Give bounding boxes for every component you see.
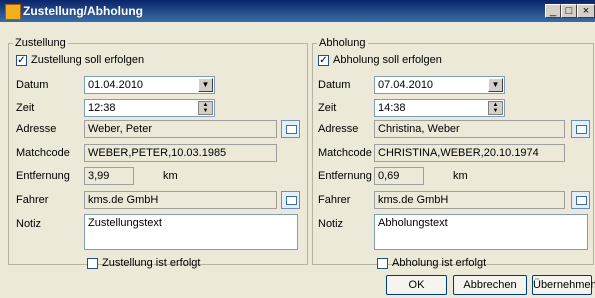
datum-dropdown[interactable]: 07.04.2010 ▼: [374, 76, 505, 94]
zeit-value: 14:38: [378, 102, 406, 114]
datum-dropdown[interactable]: 01.04.2010 ▼: [84, 76, 215, 94]
maximize-button[interactable]: □: [561, 4, 577, 18]
datum-label: Datum: [16, 79, 49, 91]
entfernung-label: Entfernung: [318, 170, 372, 182]
zustellung-active-checkbox[interactable]: ✓: [16, 55, 27, 66]
notiz-label: Notiz: [16, 218, 42, 230]
zustellung-legend: Zustellung: [15, 37, 66, 49]
notiz-textarea[interactable]: Abholungstext: [374, 214, 588, 250]
fahrer-field: kms.de GmbH: [84, 191, 277, 209]
zeit-input[interactable]: 12:38 ▲ ▼: [84, 99, 215, 117]
fahrer-field: kms.de GmbH: [374, 191, 565, 209]
zustellung-done-label: Zustellung ist erfolgt: [102, 257, 201, 269]
entfernung-unit: km: [163, 170, 178, 182]
fahrer-label: Fahrer: [16, 194, 49, 206]
adresse-field: Christina, Weber: [374, 120, 565, 138]
zustellung-done-checkbox[interactable]: [87, 258, 98, 269]
window-title: Zustellung/Abholung: [23, 4, 143, 18]
matchcode-label: Matchcode: [318, 147, 372, 159]
zeit-input[interactable]: 14:38 ▲ ▼: [374, 99, 505, 117]
title-bar[interactable]: Zustellung/Abholung _ □ ×: [0, 0, 595, 22]
app-icon: [5, 4, 21, 20]
matchcode-label: Matchcode: [16, 147, 70, 159]
adresse-lookup-icon[interactable]: [571, 120, 590, 138]
adresse-lookup-icon[interactable]: [281, 120, 300, 138]
close-button[interactable]: ×: [577, 4, 595, 18]
adresse-field: Weber, Peter: [84, 120, 277, 138]
abholung-active-checkbox[interactable]: ✓: [318, 55, 329, 66]
entfernung-unit: km: [453, 170, 468, 182]
spin-icon[interactable]: ▲ ▼: [198, 101, 213, 115]
matchcode-field: WEBER,PETER,10.03.1985: [84, 144, 277, 162]
entfernung-field: 0,69: [374, 167, 424, 185]
fahrer-lookup-icon[interactable]: [571, 191, 590, 209]
minimize-button[interactable]: _: [545, 4, 561, 18]
datum-value: 01.04.2010: [88, 79, 144, 91]
fahrer-label: Fahrer: [318, 194, 351, 206]
adresse-label: Adresse: [318, 123, 359, 135]
abholung-done-label: Abholung ist erfolgt: [392, 257, 487, 269]
abholung-active-label: Abholung soll erfolgen: [333, 54, 442, 66]
abholung-legend: Abholung: [319, 37, 366, 49]
zeit-label: Zeit: [318, 102, 337, 114]
apply-button[interactable]: Übernehmen: [532, 275, 595, 295]
datum-value: 07.04.2010: [378, 79, 434, 91]
chevron-down-icon[interactable]: ▼: [488, 78, 503, 92]
adresse-label: Adresse: [16, 123, 57, 135]
datum-label: Datum: [318, 79, 351, 91]
chevron-down-icon[interactable]: ▼: [198, 78, 213, 92]
zeit-label: Zeit: [16, 102, 35, 114]
spin-icon[interactable]: ▲ ▼: [488, 101, 503, 115]
entfernung-field: 3,99: [84, 167, 134, 185]
zeit-value: 12:38: [88, 102, 116, 114]
ok-button[interactable]: OK: [386, 275, 447, 295]
notiz-textarea[interactable]: Zustellungstext: [84, 214, 298, 250]
dialog-body: Zustellung ✓ Zustellung soll erfolgen Da…: [2, 22, 595, 298]
matchcode-field: CHRISTINA,WEBER,20.10.1974: [374, 144, 565, 162]
fahrer-lookup-icon[interactable]: [281, 191, 300, 209]
zustellung-active-label: Zustellung soll erfolgen: [31, 54, 145, 66]
entfernung-label: Entfernung: [16, 170, 70, 182]
cancel-button[interactable]: Abbrechen: [453, 275, 527, 295]
abholung-done-checkbox[interactable]: [377, 258, 388, 269]
notiz-label: Notiz: [318, 218, 344, 230]
